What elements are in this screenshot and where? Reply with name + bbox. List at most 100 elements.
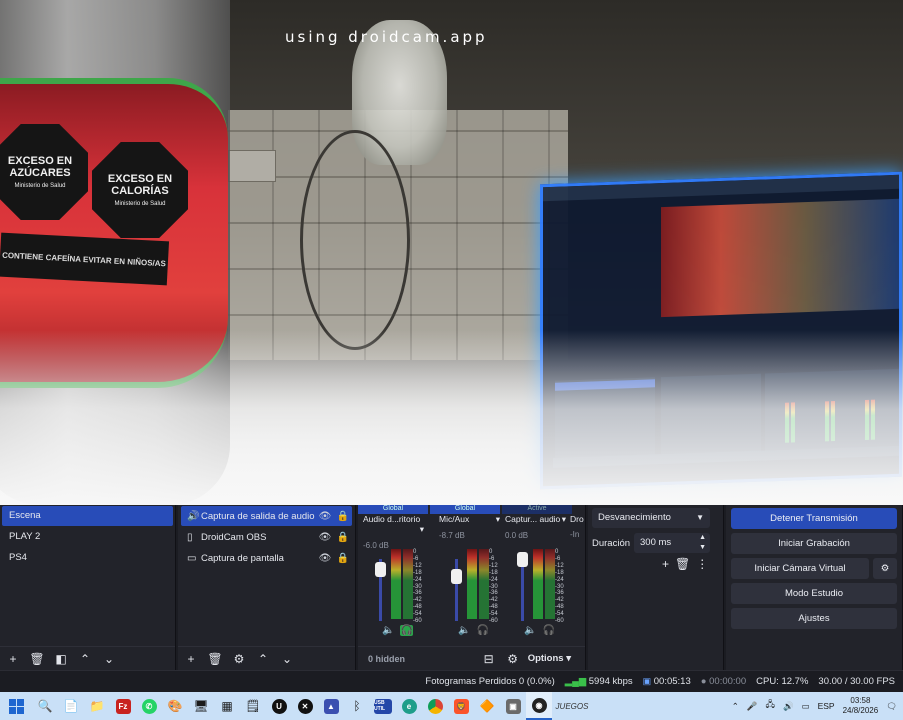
- trash-icon[interactable]: 🗑: [28, 650, 46, 668]
- app-icon[interactable]: ▲: [318, 692, 344, 720]
- transition-select[interactable]: Desvanecimiento ▼: [592, 508, 710, 528]
- add-scene-button[interactable]: +: [4, 650, 22, 668]
- usb-util-icon[interactable]: USB UTIL: [370, 692, 396, 720]
- uplay-icon[interactable]: U: [266, 692, 292, 720]
- language-indicator[interactable]: ESP: [818, 701, 835, 711]
- lock-icon[interactable]: 🔒: [334, 511, 352, 522]
- notes-icon[interactable]: 🗒: [240, 692, 266, 720]
- channel-db: 0.0 dB: [505, 531, 529, 540]
- volume-fader-handle[interactable]: [517, 552, 528, 567]
- move-down-icon[interactable]: ⌄: [100, 650, 118, 668]
- mixer-channel-partial: Dro -In: [568, 514, 586, 634]
- headphones-icon[interactable]: 🎧: [476, 625, 488, 636]
- glare-overlay: [0, 330, 903, 505]
- record-time: ● 00:00:00: [700, 676, 747, 687]
- more-icon[interactable]: ⋮: [696, 557, 708, 571]
- source-label: Captura de pantalla: [201, 552, 284, 564]
- stop-stream-button[interactable]: Detener Transmisión: [731, 508, 897, 529]
- trash-icon[interactable]: 🗑: [206, 650, 224, 668]
- options-button[interactable]: Options ▾: [528, 653, 571, 664]
- channel-db: -8.7 dB: [439, 531, 465, 540]
- brave-icon[interactable]: 🦁: [448, 692, 474, 720]
- lock-icon[interactable]: 🔒: [334, 532, 352, 543]
- level-meter: [467, 549, 477, 619]
- move-up-icon[interactable]: ⌃: [254, 650, 272, 668]
- camera-icon: ▯: [187, 531, 193, 543]
- monitor-menu-bar: [543, 174, 899, 202]
- mixer-channel: Captur... audio ▾ 0.0 dB 0 -6 -12 -18 -24 -30…: [500, 514, 570, 636]
- folder-icon[interactable]: 📁: [84, 692, 110, 720]
- duration-spinbox[interactable]: 300 ms ▲ ▼: [634, 533, 710, 553]
- studio-mode-button[interactable]: Modo Estudio: [731, 583, 897, 604]
- gear-icon[interactable]: ⚙: [873, 558, 897, 579]
- source-item[interactable]: ▭ Captura de pantalla 👁 🔒: [181, 548, 352, 568]
- move-down-icon[interactable]: ⌄: [278, 650, 296, 668]
- mixer-tab[interactable]: Global: [358, 505, 428, 514]
- record-icon: ●: [700, 676, 707, 687]
- edge-icon[interactable]: e: [396, 692, 422, 720]
- battery-icon[interactable]: ▭: [802, 701, 810, 712]
- whatsapp-icon[interactable]: ✆: [136, 692, 162, 720]
- move-up-icon[interactable]: ⌃: [76, 650, 94, 668]
- clock[interactable]: 03:58 24/8/2026: [843, 696, 879, 716]
- start-virtual-camera-button[interactable]: Iniciar Cámara Virtual: [731, 558, 869, 579]
- level-meter: [403, 549, 413, 619]
- mixer-tab[interactable]: Global: [430, 505, 500, 514]
- chevron-down-icon[interactable]: ▾: [562, 514, 566, 525]
- add-transition-button[interactable]: +: [662, 557, 669, 571]
- file-icon[interactable]: 📄: [58, 692, 84, 720]
- mixer-tab[interactable]: Active: [502, 505, 572, 514]
- eye-icon[interactable]: 👁: [316, 553, 334, 564]
- chevron-up-icon[interactable]: ⌃: [732, 701, 739, 712]
- juegos-folder[interactable]: JUEGOS: [552, 692, 592, 720]
- meter-scale: 0 -6 -12 -18 -24 -30 -36 -42 -48 -54 -60: [413, 549, 422, 625]
- settings-button[interactable]: Ajustes: [731, 608, 897, 629]
- volume-fader-handle[interactable]: [375, 562, 386, 577]
- source-item[interactable]: 🔊 Captura de salida de audio 👁 🔒: [181, 506, 352, 526]
- filezilla-icon[interactable]: Fz: [110, 692, 136, 720]
- chrome-icon[interactable]: [422, 692, 448, 720]
- eye-icon[interactable]: 👁: [316, 532, 334, 543]
- channel-name: Mic/Aux ▾: [439, 514, 500, 524]
- chevron-down-icon[interactable]: ▾: [420, 524, 424, 535]
- channel-name: Captur... audio ▾: [505, 514, 566, 525]
- scene-item[interactable]: Escena: [2, 506, 173, 526]
- notifications-icon[interactable]: 🗨: [886, 701, 897, 712]
- volume-fader-track[interactable]: [521, 559, 524, 621]
- headphones-icon[interactable]: 🎧: [400, 625, 414, 636]
- audio-mixer-panel: Global Global Active Audio d...ritorio ▾…: [358, 505, 586, 670]
- calculator-icon[interactable]: ▦: [214, 692, 240, 720]
- advanced-audio-icon[interactable]: ⚙: [504, 650, 522, 668]
- headphones-icon[interactable]: 🎧: [542, 625, 554, 636]
- add-source-button[interactable]: +: [182, 650, 200, 668]
- computer-icon[interactable]: 🖥: [188, 692, 214, 720]
- microphone-icon[interactable]: 🎤: [747, 701, 758, 712]
- xbox-icon[interactable]: ✕: [292, 692, 318, 720]
- layout-icon[interactable]: ⊟: [480, 650, 498, 668]
- obs-icon[interactable]: ◉: [526, 692, 552, 720]
- eye-icon[interactable]: 👁: [316, 511, 334, 522]
- speaker-icon[interactable]: 🔈: [524, 625, 536, 636]
- spin-arrows-icon[interactable]: ▲ ▼: [699, 533, 706, 553]
- network-icon[interactable]: 🖧: [765, 699, 774, 713]
- start-recording-button[interactable]: Iniciar Grabación: [731, 533, 897, 554]
- droidcam-watermark: using droidcam.app: [285, 28, 488, 46]
- speaker-icon[interactable]: 🔈: [382, 625, 394, 636]
- source-item[interactable]: ▯ DroidCam OBS 👁 🔒: [181, 527, 352, 547]
- vlc-icon[interactable]: 🔶: [474, 692, 500, 720]
- trash-icon[interactable]: 🗑: [675, 557, 690, 571]
- scene-item[interactable]: PS4: [2, 548, 173, 568]
- lock-icon[interactable]: 🔒: [334, 553, 352, 564]
- filter-icon[interactable]: ◧: [52, 650, 70, 668]
- gear-icon[interactable]: ⚙: [230, 650, 248, 668]
- paint-icon[interactable]: 🎨: [162, 692, 188, 720]
- speaker-icon[interactable]: 🔈: [458, 625, 470, 636]
- speaker-icon: 🔊: [187, 510, 200, 522]
- game-icon[interactable]: ▣: [500, 692, 526, 720]
- volume-fader-handle[interactable]: [451, 569, 462, 584]
- search-icon[interactable]: 🔍: [32, 692, 58, 720]
- volume-icon[interactable]: 🔊: [783, 701, 794, 712]
- scene-item[interactable]: PLAY 2: [2, 527, 173, 547]
- windows-start-button[interactable]: [0, 692, 32, 720]
- bluetooth-icon[interactable]: ᛒ: [344, 692, 370, 720]
